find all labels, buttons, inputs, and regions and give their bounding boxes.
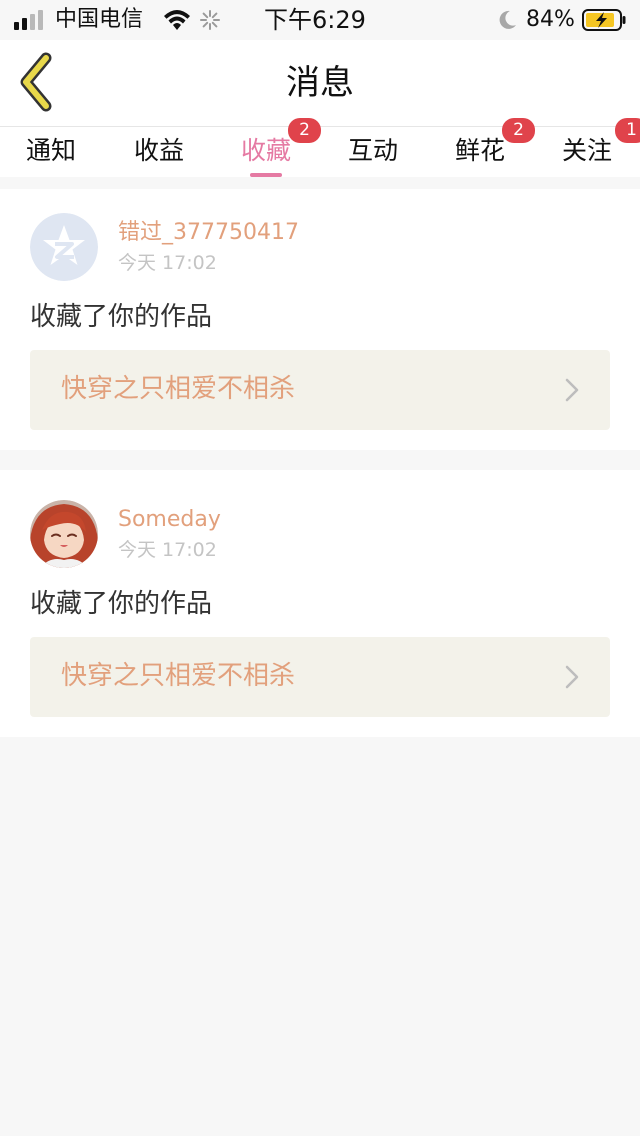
action-text: 收藏了你的作品	[30, 302, 213, 332]
tab-label: 关注	[562, 136, 613, 165]
tab-follows[interactable]: 关注 1	[562, 118, 640, 169]
active-tab-indicator	[250, 173, 283, 177]
work-title: 快穿之只相爱不相杀	[61, 661, 296, 691]
user-avatar[interactable]	[30, 500, 98, 568]
carrier-name: 中国电信	[55, 7, 144, 32]
tab-badge: 2	[502, 118, 536, 143]
tab-earnings[interactable]: 收益	[134, 133, 184, 169]
message-card: Someday 今天 17:02 收藏了你的作品 快穿之只相爱不相杀	[0, 470, 640, 737]
chevron-right-icon	[565, 378, 579, 402]
work-link[interactable]: 快穿之只相爱不相杀	[30, 350, 610, 430]
status-bar: 中国电信 下午6:29 84%	[0, 0, 640, 40]
chevron-right-icon	[565, 665, 579, 689]
username[interactable]: 错过_377750417	[118, 218, 299, 248]
cellular-signal-icon	[14, 10, 48, 30]
activity-spinner-icon	[200, 10, 220, 30]
status-time: 下午6:29	[264, 6, 366, 34]
tab-badge: 1	[615, 118, 640, 143]
tab-label: 收益	[134, 136, 185, 165]
tab-label: 通知	[26, 136, 77, 165]
tab-flowers[interactable]: 鲜花 2	[455, 118, 536, 169]
message-card: 错过_377750417 今天 17:02 收藏了你的作品 快穿之只相爱不相杀	[0, 189, 640, 450]
work-title: 快穿之只相爱不相杀	[61, 374, 296, 404]
tab-interactions[interactable]: 互动	[348, 133, 398, 169]
tab-label: 互动	[348, 136, 399, 165]
work-link[interactable]: 快穿之只相爱不相杀	[30, 637, 610, 717]
wifi-icon	[164, 10, 190, 30]
tab-bar: 通知 收益 收藏 2 互动 鲜花 2 关注 1	[0, 118, 640, 177]
tab-label: 收藏	[241, 136, 292, 165]
tab-badge: 2	[288, 118, 322, 143]
tab-label: 鲜花	[455, 136, 506, 165]
battery-percentage: 84%	[526, 7, 575, 32]
battery-charging-icon	[582, 9, 626, 31]
tab-favorites[interactable]: 收藏 2	[241, 118, 322, 177]
default-qq-avatar-icon[interactable]	[30, 213, 98, 281]
navigation-header: 消息	[0, 40, 640, 127]
username[interactable]: Someday	[118, 505, 221, 535]
message-time: 今天 17:02	[118, 539, 217, 561]
page-title: 消息	[286, 63, 354, 103]
do-not-disturb-moon-icon	[499, 10, 516, 29]
message-time: 今天 17:02	[118, 252, 217, 274]
action-text: 收藏了你的作品	[30, 589, 213, 619]
tab-notifications[interactable]: 通知	[26, 133, 76, 169]
